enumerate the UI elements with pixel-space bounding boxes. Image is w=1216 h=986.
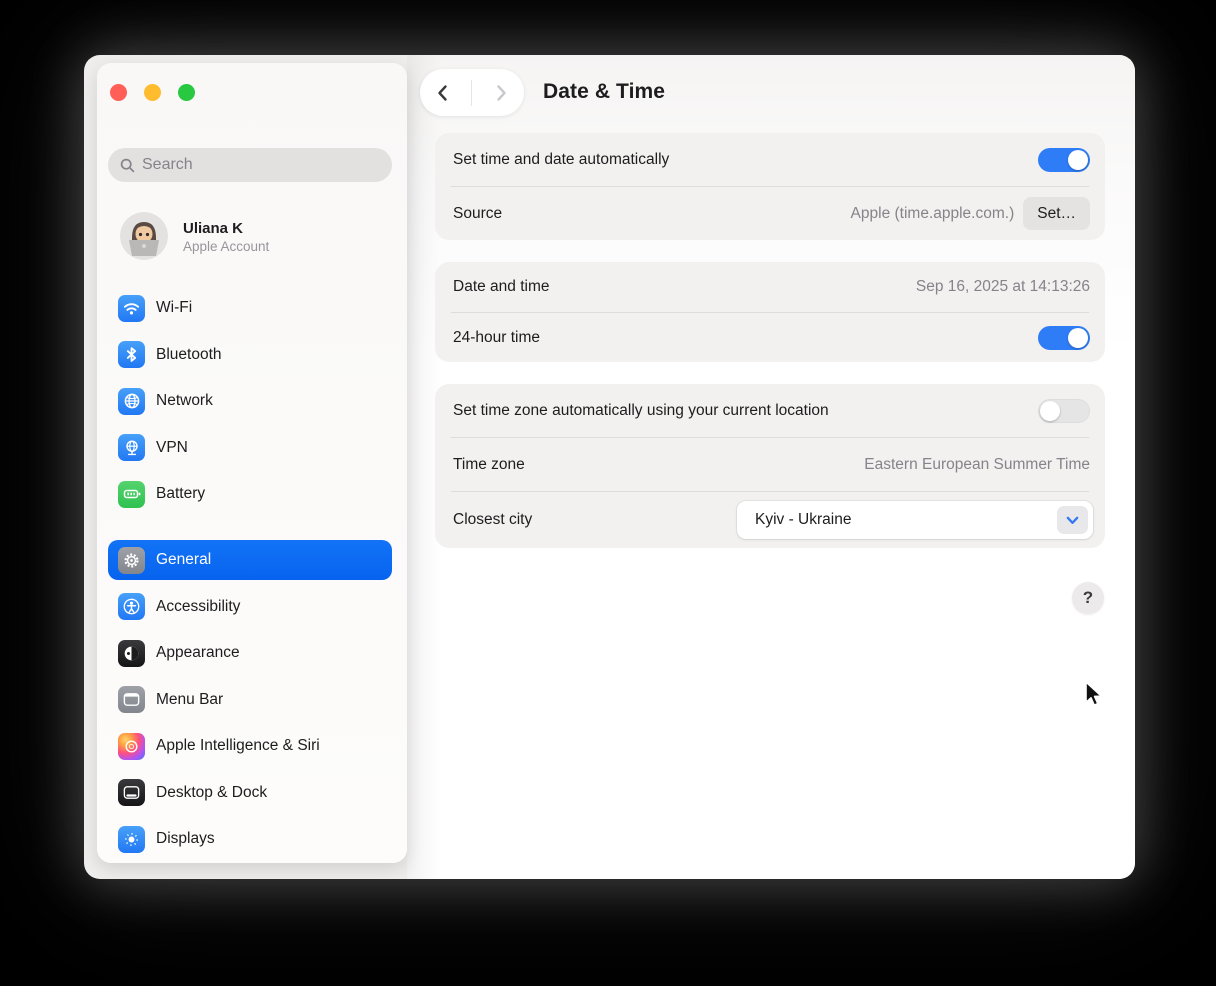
sidebar-item-apple-intelligence-siri[interactable]: Apple Intelligence & Siri	[108, 726, 392, 766]
source-value: Apple (time.apple.com.)	[850, 204, 1015, 222]
sidebar-item-label: Apple Intelligence & Siri	[156, 737, 320, 754]
row-label: Source	[453, 204, 503, 222]
sidebar-item-displays[interactable]: Displays	[108, 819, 392, 859]
screenshot-stage: Search Uliana K Apple Account Wi-Fi Blue…	[0, 0, 1216, 986]
sidebar-item-network[interactable]: Network	[108, 381, 392, 421]
24-hour-toggle[interactable]	[1038, 325, 1090, 350]
close-button[interactable]	[110, 84, 127, 101]
chevron-down-icon	[1066, 516, 1079, 525]
sidebar-item-label: Bluetooth	[156, 345, 222, 363]
profile-row[interactable]: Uliana K Apple Account	[108, 208, 392, 264]
sidebar-item-label: VPN	[156, 438, 188, 456]
sidebar-item-label: Appearance	[156, 644, 240, 661]
profile-name: Uliana K	[183, 219, 244, 237]
page-title: Date & Time	[543, 80, 666, 103]
system-settings-window: Search Uliana K Apple Account Wi-Fi Blue…	[84, 55, 1135, 879]
sidebar-item-label: Menu Bar	[156, 690, 224, 708]
nav-pill-divider	[471, 79, 473, 106]
closest-city-value: Kyiv - Ukraine	[755, 511, 852, 528]
mouse-cursor	[1080, 679, 1106, 714]
set-source-button[interactable]: Set…	[1023, 197, 1090, 230]
content-pane: Date & Time Set time and date automatica…	[407, 55, 1135, 879]
sidebar-item-label: Displays	[156, 830, 215, 847]
appearance-icon	[118, 639, 145, 667]
sidebar-item-accessibility[interactable]: Accessibility	[108, 587, 392, 627]
gear-icon	[118, 546, 145, 574]
toggle-knob	[1040, 400, 1060, 421]
search-input[interactable]: Search	[108, 148, 392, 182]
set-time-auto-toggle[interactable]	[1038, 147, 1090, 172]
closest-city-dropdown[interactable]: Kyiv - Ukraine	[737, 501, 1093, 539]
row-date-and-time: Date and time Sep 16, 2025 at 14:13:26	[435, 262, 1105, 312]
wifi-icon	[118, 294, 145, 322]
row-label: Set time zone automatically using your c…	[453, 401, 829, 419]
group-auto-date: Set time and date automatically Source A…	[435, 133, 1105, 240]
sidebar-item-appearance[interactable]: Appearance	[108, 633, 392, 673]
search-icon	[120, 158, 135, 173]
group-time-zone: Set time zone automatically using your c…	[435, 384, 1105, 548]
desktop-dock-icon	[118, 779, 145, 806]
sidebar-item-label: Wi-Fi	[156, 299, 193, 316]
help-button[interactable]: ?	[1072, 582, 1104, 614]
sidebar-item-general[interactable]: General	[108, 540, 392, 580]
question-mark-icon: ?	[1082, 588, 1094, 607]
traffic-lights	[110, 84, 195, 101]
row-label: Date and time	[453, 278, 550, 295]
sidebar-item-battery[interactable]: Battery	[108, 474, 392, 514]
zoom-button[interactable]	[178, 84, 195, 101]
tz-auto-toggle[interactable]	[1038, 398, 1090, 423]
row-source: Source Apple (time.apple.com.) Set…	[435, 187, 1105, 240]
forward-button[interactable]	[484, 76, 518, 110]
network-icon	[118, 387, 145, 415]
row-label: Closest city	[453, 511, 533, 528]
displays-icon	[118, 825, 145, 853]
nav-pill	[420, 69, 524, 116]
menu-bar-icon	[118, 686, 145, 713]
sidebar-nav-primary: Wi-Fi Bluetooth Network VPN Battery	[108, 288, 392, 514]
vpn-icon	[118, 434, 145, 461]
sidebar-item-label: Desktop & Dock	[156, 783, 268, 801]
sidebar-item-wifi[interactable]: Wi-Fi	[108, 288, 392, 328]
sidebar-item-label: Battery	[156, 485, 206, 502]
toggle-knob	[1068, 149, 1088, 170]
row-label: 24-hour time	[453, 328, 541, 346]
back-button[interactable]	[426, 76, 460, 110]
row-closest-city: Closest city Kyiv - Ukraine	[435, 492, 1105, 548]
sidebar-item-vpn[interactable]: VPN	[108, 428, 392, 468]
row-label: Set time and date automatically	[453, 150, 670, 168]
sidebar-item-label: Network	[156, 392, 213, 409]
group-date-time: Date and time Sep 16, 2025 at 14:13:26 2…	[435, 262, 1105, 362]
minimize-button[interactable]	[144, 84, 161, 101]
sidebar-item-label: General	[156, 551, 212, 568]
sidebar-item-desktop-dock[interactable]: Desktop & Dock	[108, 773, 392, 813]
apple-intelligence-icon	[118, 732, 145, 760]
row-set-time-auto: Set time and date automatically	[435, 133, 1105, 186]
dropdown-chevron-button[interactable]	[1057, 506, 1088, 534]
sidebar-item-bluetooth[interactable]: Bluetooth	[108, 335, 392, 375]
accessibility-icon	[118, 593, 145, 620]
sidebar: Search Uliana K Apple Account Wi-Fi Blue…	[97, 63, 407, 863]
toggle-knob	[1068, 327, 1088, 348]
search-placeholder: Search	[142, 156, 193, 173]
avatar	[120, 212, 168, 260]
row-tz-auto: Set time zone automatically using your c…	[435, 384, 1105, 437]
date-time-value: Sep 16, 2025 at 14:13:26	[915, 278, 1090, 295]
sidebar-item-menu-bar[interactable]: Menu Bar	[108, 680, 392, 720]
row-label: Time zone	[453, 455, 525, 473]
time-zone-value: Eastern European Summer Time	[864, 455, 1090, 473]
sidebar-nav-secondary: General Accessibility Appearance Menu Ba…	[108, 540, 392, 859]
settings-groups: Set time and date automatically Source A…	[435, 133, 1105, 548]
bluetooth-icon	[118, 341, 145, 368]
sidebar-item-label: Accessibility	[156, 597, 241, 615]
battery-icon	[118, 480, 145, 508]
row-24-hour: 24-hour time	[435, 313, 1105, 362]
row-time-zone: Time zone Eastern European Summer Time	[435, 438, 1105, 491]
profile-subtitle: Apple Account	[183, 239, 270, 255]
